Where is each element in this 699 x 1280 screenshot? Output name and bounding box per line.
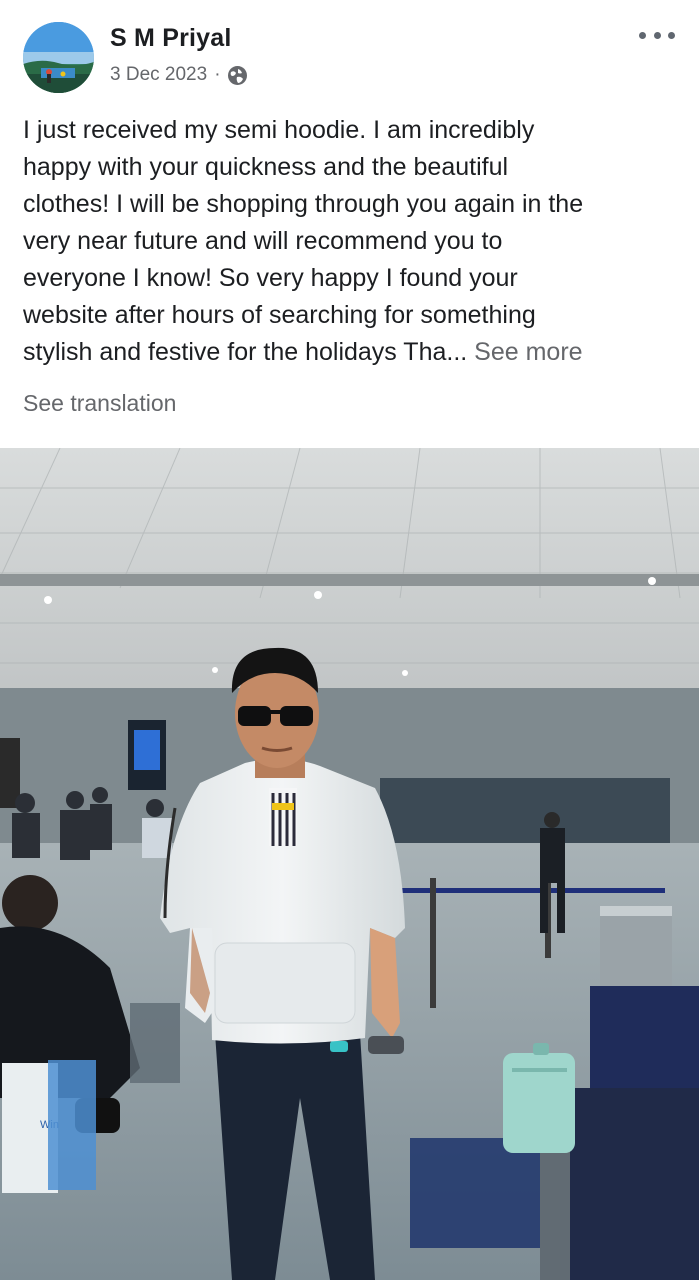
post-text-line: website after hours of searching for som… [23,301,536,329]
see-translation-link[interactable]: See translation [23,390,176,417]
post-text-line: happy with your quickness and the beauti… [23,153,509,181]
more-dot [653,31,661,39]
avatar-image [23,22,94,93]
see-more-link[interactable]: See more [474,338,582,366]
post-text-line: clothes! I will be shopping through you … [23,190,584,218]
more-options-button[interactable] [635,20,679,50]
avatar[interactable] [23,22,94,93]
post-photo[interactable]: Win [0,448,699,1280]
post-body-text: I just received my semi hoodie. I am inc… [23,112,683,371]
post-text-line: very near future and will recommend you … [23,227,503,255]
more-dot [668,31,675,39]
post-date[interactable]: 3 Dec 2023 [110,64,207,86]
author-name[interactable]: S M Priyal [110,24,232,53]
post-text-line: I just received my semi hoodie. I am inc… [23,116,535,144]
post-header: S M Priyal 3 Dec 2023 · [0,0,699,110]
more-horizontal-icon [639,31,646,39]
globe-icon[interactable] [227,65,248,86]
post-text-truncated: stylish and festive for the holidays Tha… [23,338,468,366]
airport-photo: Win [0,448,699,1280]
meta-separator: · [214,64,221,85]
post-text-line: everyone I know! So very happy I found y… [23,264,518,292]
post-meta: 3 Dec 2023 · [110,64,248,86]
post-text-line-last: stylish and festive for the holidays Tha… [23,334,683,371]
